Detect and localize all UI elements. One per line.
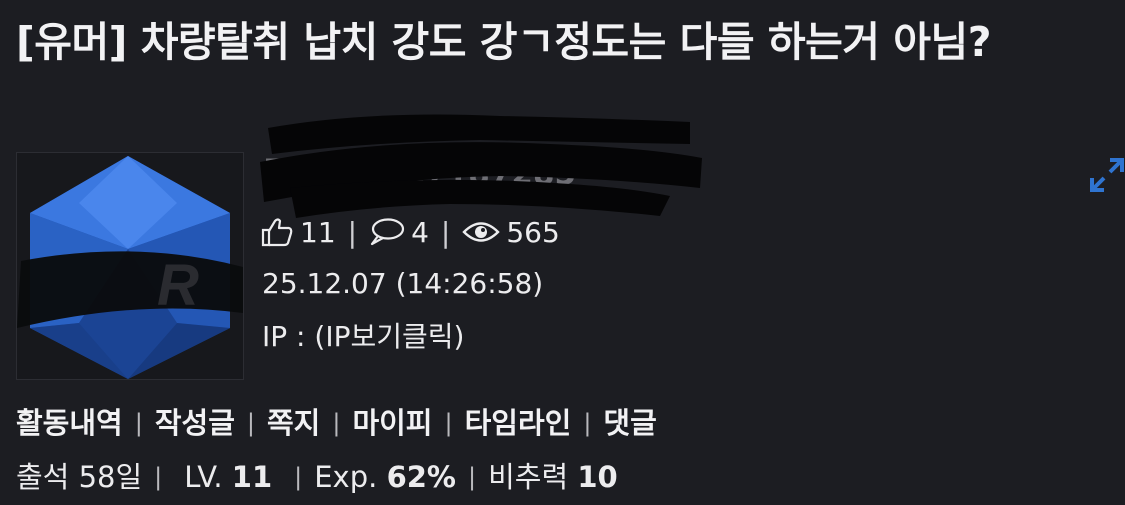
separator: | (134, 409, 143, 437)
post-datetime: 25.12.07 (14:26:58) (262, 267, 544, 300)
separator: | (294, 463, 303, 491)
ratio-label: 비추력 (488, 460, 569, 494)
speech-bubble-icon[interactable] (369, 217, 405, 247)
attendance: 출석 58일 (16, 460, 143, 494)
ip-info: IP : (IP보기클릭) (262, 317, 464, 357)
post-title: [유머] 차량탈취 납치 강도 강ㄱ정도는 다들 하는거 아님? (16, 18, 992, 66)
level-value: 11 (231, 460, 273, 494)
separator: | (444, 409, 453, 437)
separator: | (440, 215, 451, 249)
timeline-link[interactable]: 타임라인 (465, 402, 572, 444)
avatar[interactable]: R (16, 152, 244, 380)
author-username[interactable]: 루리웹-8017187285 (262, 153, 576, 195)
ip-label: IP : (262, 320, 315, 353)
message-link[interactable]: 쪽지 (267, 402, 320, 444)
mypi-link[interactable]: 마이피 (352, 402, 432, 444)
posts-link[interactable]: 작성글 (155, 402, 235, 444)
ip-reveal-link[interactable]: (IP보기클릭) (314, 320, 464, 353)
author-profile-info: 출석 58일 | LV. 11 | Exp. 62% | 비추력 10 (16, 456, 618, 498)
comments-link[interactable]: 댓글 (603, 402, 656, 444)
exp-label: Exp. (314, 460, 378, 494)
ruliweb-logo-icon: R (17, 156, 243, 379)
like-count: 11 (300, 215, 336, 249)
separator: | (154, 463, 163, 491)
ratio-value: 10 (577, 460, 618, 494)
separator: | (332, 409, 341, 437)
separator: | (583, 409, 592, 437)
exp-value: 62% (386, 460, 456, 494)
thumbs-up-icon[interactable] (260, 217, 294, 247)
activity-link[interactable]: 활동내역 (16, 402, 123, 444)
author-menu: 활동내역 | 작성글 | 쪽지 | 마이피 | 타임라인 | 댓글 (16, 402, 657, 444)
view-count: 565 (506, 215, 560, 249)
expand-arrows-icon[interactable] (1088, 156, 1125, 194)
comment-count: 4 (411, 215, 429, 249)
separator: | (468, 463, 477, 491)
eye-icon (462, 219, 501, 245)
separator: | (347, 215, 358, 249)
svg-text:R: R (157, 253, 199, 318)
separator: | (246, 409, 255, 437)
post-stats: 11 | 4 | 565 (260, 212, 560, 252)
post-header: [유머] 차량탈취 납치 강도 강ㄱ정도는 다들 하는거 아님? R 루리웹-8… (0, 0, 1125, 505)
level-label: LV. (184, 460, 223, 494)
